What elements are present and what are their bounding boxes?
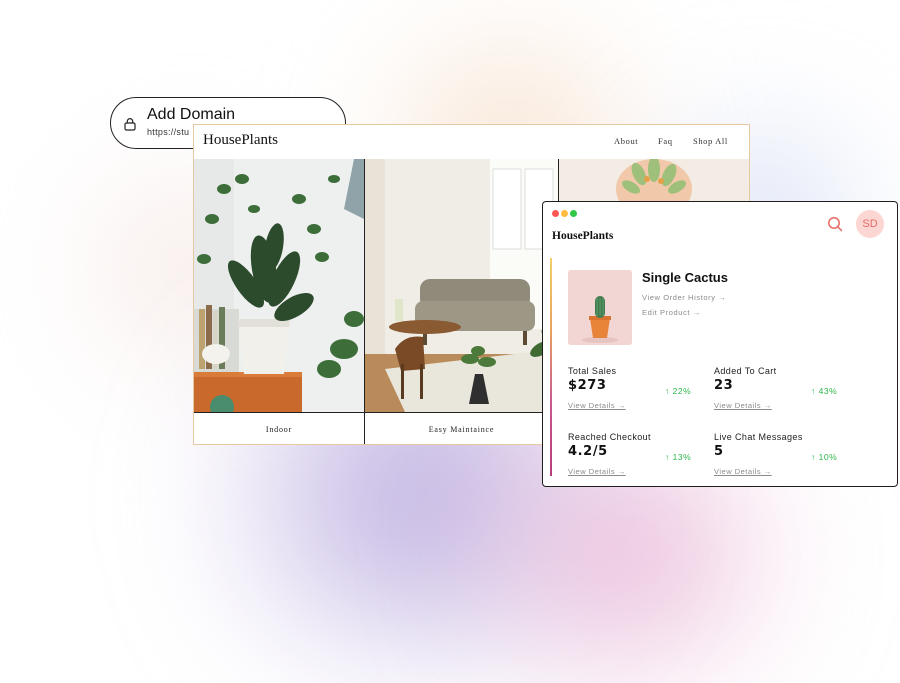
- store-logo[interactable]: HousePlants: [203, 132, 278, 149]
- view-details-link[interactable]: View Details →: [714, 467, 772, 476]
- nav-link-shop-all[interactable]: Shop All: [693, 136, 728, 146]
- stat-label: Live Chat Messages: [714, 432, 803, 442]
- accent-bar: [550, 258, 552, 476]
- product-name: Single Cactus: [642, 270, 728, 285]
- stat-label: Added To Cart: [714, 366, 777, 376]
- stat-label: Reached Checkout: [568, 432, 651, 442]
- stat-label: Total Sales: [568, 366, 617, 376]
- stat-change: ↑ 13%: [665, 452, 692, 462]
- indoor-plant-photo: [194, 159, 364, 412]
- nav-link-about[interactable]: About: [614, 136, 638, 146]
- stat-live-chat-messages: Live Chat Messages 5 ↑ 10% View Details …: [714, 432, 854, 486]
- living-room-photo: [365, 159, 558, 412]
- category-caption: Easy Maintaince: [365, 412, 558, 444]
- dashboard-logo[interactable]: HousePlants: [552, 230, 613, 242]
- user-avatar[interactable]: SD: [856, 210, 884, 238]
- domain-url-preview: https://stu: [147, 127, 190, 137]
- window-minimize-button[interactable]: [561, 210, 568, 217]
- stat-reached-checkout: Reached Checkout 4.2/5 ↑ 13% View Detail…: [568, 432, 708, 486]
- add-domain-title: Add Domain: [147, 106, 236, 123]
- view-details-link[interactable]: View Details →: [568, 467, 626, 476]
- stat-value: 5: [714, 444, 724, 459]
- window-maximize-button[interactable]: [570, 210, 577, 217]
- window-close-button[interactable]: [552, 210, 559, 217]
- lock-icon: [124, 118, 136, 131]
- stat-change: ↑ 22%: [665, 386, 692, 396]
- category-caption: Indoor: [194, 412, 364, 444]
- stat-total-sales: Total Sales $273 ↑ 22% View Details →: [568, 366, 708, 426]
- dashboard-window: HousePlants SD Single Cactus View Order …: [542, 201, 898, 487]
- stat-change: ↑ 10%: [811, 452, 838, 462]
- product-thumbnail: [568, 270, 632, 345]
- view-order-history-link[interactable]: View Order History →: [642, 293, 726, 302]
- view-details-link[interactable]: View Details →: [568, 401, 626, 410]
- stat-added-to-cart: Added To Cart 23 ↑ 43% View Details →: [714, 366, 854, 426]
- category-card-easy-maintenance[interactable]: Easy Maintaince: [365, 159, 559, 444]
- search-icon[interactable]: [827, 216, 843, 232]
- stat-value: $273: [568, 378, 607, 393]
- nav-link-faq[interactable]: Faq: [658, 136, 673, 146]
- view-details-link[interactable]: View Details →: [714, 401, 772, 410]
- edit-product-link[interactable]: Edit Product →: [642, 308, 701, 317]
- stat-value: 23: [714, 378, 734, 393]
- store-navbar: HousePlants About Faq Shop All: [194, 125, 749, 160]
- stat-value: 4.2/5: [568, 444, 608, 459]
- category-card-indoor[interactable]: Indoor: [194, 159, 365, 444]
- stat-change: ↑ 43%: [811, 386, 838, 396]
